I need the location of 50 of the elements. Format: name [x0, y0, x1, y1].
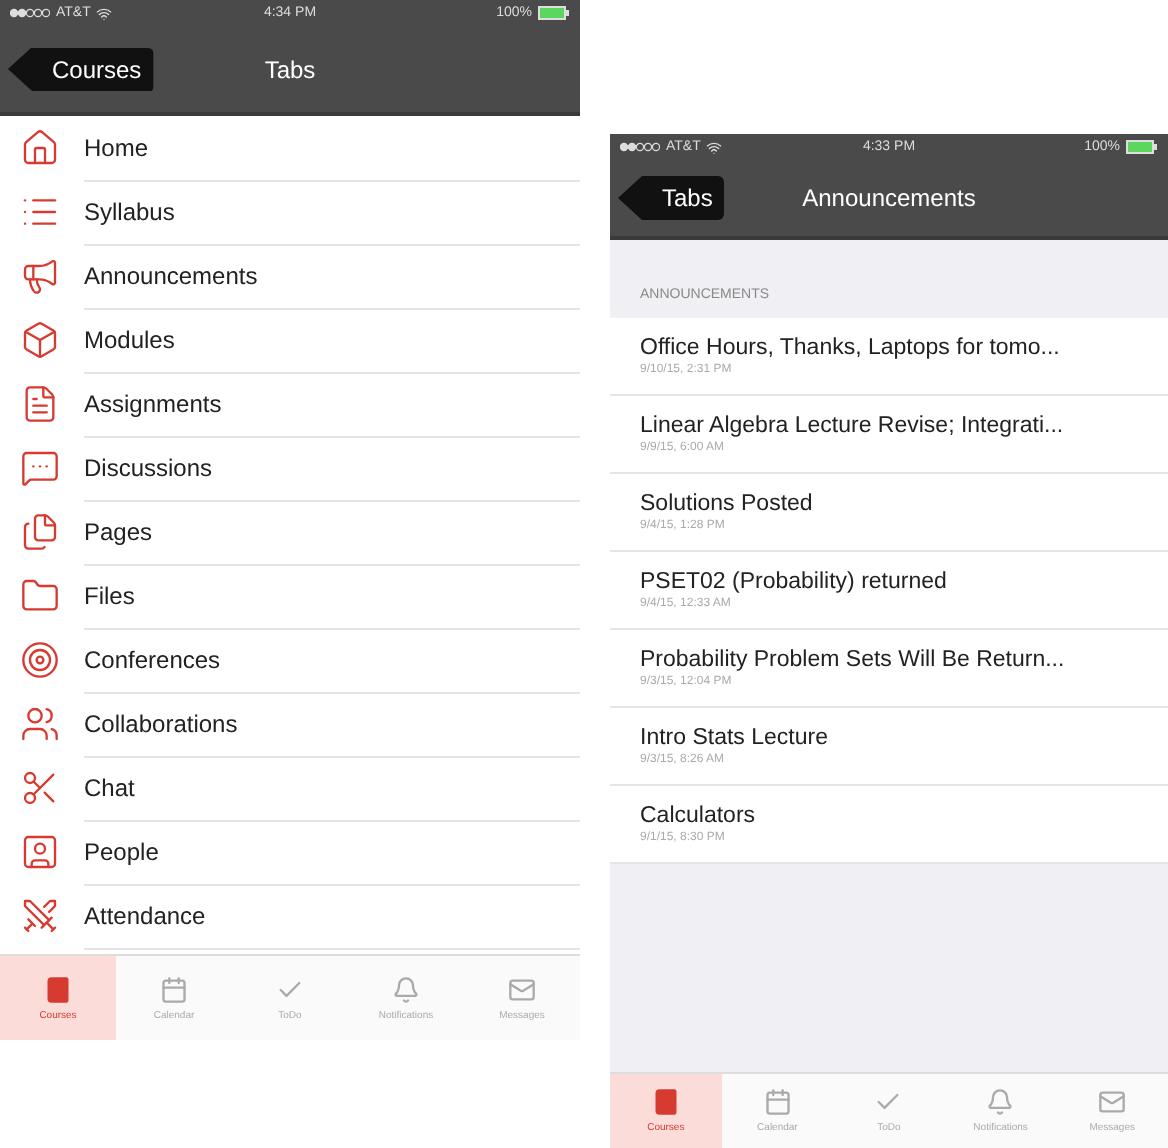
menu-item[interactable]: Attendance [84, 883, 580, 949]
signal-icon [10, 8, 50, 18]
document-icon [20, 384, 60, 424]
menu-item[interactable]: Syllabus [84, 179, 580, 245]
menu-item[interactable]: Conferences [84, 627, 580, 693]
menu-item[interactable]: Pages [84, 499, 580, 565]
scissors-icon [20, 768, 60, 808]
back-button[interactable]: Tabs [618, 176, 725, 220]
book-icon [651, 1088, 680, 1116]
announcement-title: Office Hours, Thanks, Laptops for tomo... [640, 336, 1062, 360]
battery-icon [1125, 140, 1158, 154]
announcement-title: Probability Problem Sets Will Be Return... [640, 648, 1067, 672]
megaphone-icon [20, 256, 60, 296]
box-icon [20, 320, 60, 360]
announcement-title: Calculators [640, 804, 758, 828]
signal-icon [620, 142, 660, 152]
envelope-icon [508, 975, 536, 1003]
people-icon [20, 704, 60, 744]
menu-item[interactable]: Assignments [84, 371, 580, 437]
book-icon [44, 975, 72, 1003]
menu-item[interactable]: Collaborations [84, 691, 580, 757]
pages-icon [20, 512, 60, 552]
menu-item[interactable]: Announcements [84, 243, 580, 309]
bell-icon [392, 975, 420, 1003]
wifi-icon [706, 139, 723, 155]
calendar-icon [160, 975, 188, 1003]
envelope-icon [1098, 1088, 1127, 1116]
calendar-icon [763, 1088, 792, 1116]
menu-item[interactable]: Home [84, 116, 580, 181]
bell-icon [986, 1088, 1015, 1116]
person-card-icon [20, 832, 60, 872]
menu-item[interactable]: Files [84, 563, 580, 629]
announcement-title: Solutions Posted [640, 492, 815, 516]
house-icon [20, 128, 60, 168]
screen-title: Announcements [802, 184, 976, 212]
wifi-icon [96, 5, 113, 21]
menu-item[interactable]: Modules [84, 307, 580, 373]
announcement-title: PSET02 (Probability) returned [640, 570, 949, 594]
announcement-title: Intro Stats Lecture [640, 726, 830, 750]
back-button[interactable]: Courses [8, 47, 154, 91]
menu-item[interactable]: Chat [84, 755, 580, 821]
folder-icon [20, 576, 60, 616]
swords-icon [20, 896, 60, 936]
battery-icon [537, 6, 570, 20]
target-icon [20, 640, 60, 680]
menu-item[interactable]: Discussions [84, 435, 580, 501]
screen-title: Tabs [264, 55, 316, 83]
menu-item[interactable]: People [84, 819, 580, 885]
chat-bubble-icon [20, 448, 60, 488]
announcement-title: Linear Algebra Lecture Revise; Integrati... [640, 414, 1066, 438]
